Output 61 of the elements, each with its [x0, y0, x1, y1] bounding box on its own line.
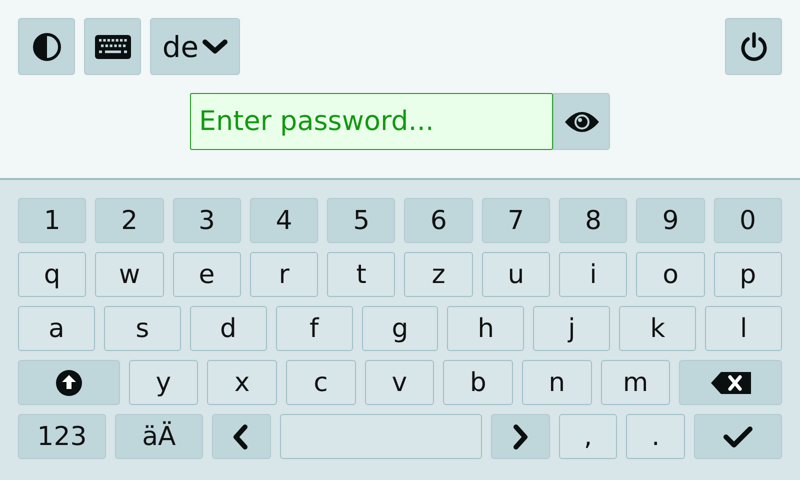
backspace-key[interactable]	[679, 360, 782, 405]
right-arrow-key[interactable]	[490, 414, 550, 459]
letter-key[interactable]: u	[482, 252, 550, 297]
left-arrow-key[interactable]	[212, 414, 271, 459]
number-key[interactable]: 4	[250, 198, 318, 243]
contrast-icon	[32, 32, 62, 62]
letter-key[interactable]: d	[190, 306, 267, 351]
enter-key[interactable]	[694, 414, 782, 459]
letter-key[interactable]: h	[447, 306, 524, 351]
language-dropdown[interactable]: de	[150, 18, 240, 75]
number-key[interactable]: 2	[95, 198, 164, 243]
letter-key[interactable]: b	[443, 360, 514, 405]
power-icon	[740, 32, 768, 62]
letter-key[interactable]: g	[362, 306, 438, 351]
number-key[interactable]: 9	[636, 198, 705, 243]
letter-key[interactable]: n	[522, 360, 592, 405]
letter-key[interactable]: y	[128, 360, 198, 405]
letter-key[interactable]: ,	[558, 414, 618, 459]
contrast-button[interactable]	[18, 18, 75, 75]
number-key[interactable]: 1	[18, 198, 86, 243]
show-password-button[interactable]	[553, 93, 610, 150]
chevron-left-icon	[233, 424, 250, 450]
checkmark-icon	[722, 424, 753, 448]
letter-key[interactable]: x	[207, 360, 277, 405]
password-field[interactable]: Enter password...	[190, 93, 553, 150]
letter-key[interactable]: v	[364, 360, 434, 405]
letter-key[interactable]: i	[559, 252, 628, 297]
backspace-icon	[710, 372, 751, 394]
eye-icon	[564, 110, 600, 134]
keyboard-icon	[94, 34, 130, 58]
keyboard-button[interactable]	[84, 18, 141, 75]
letter-key[interactable]: a	[18, 306, 95, 351]
number-key[interactable]: 3	[172, 198, 241, 243]
chevron-right-icon	[512, 424, 528, 450]
number-key[interactable]: 0	[714, 198, 782, 243]
letter-key[interactable]: k	[619, 306, 696, 351]
mode-key[interactable]: 123	[18, 414, 106, 459]
letter-key[interactable]: o	[636, 252, 705, 297]
letter-key[interactable]: t	[327, 252, 396, 297]
letter-key[interactable]: z	[404, 252, 473, 297]
letter-key[interactable]: r	[250, 252, 318, 297]
letter-key[interactable]: l	[705, 306, 782, 351]
number-key[interactable]: 5	[327, 198, 396, 243]
number-key[interactable]: 8	[559, 198, 628, 243]
letter-key[interactable]: e	[172, 252, 241, 297]
number-key[interactable]: 7	[482, 198, 550, 243]
letter-key[interactable]: m	[600, 360, 670, 405]
letter-key[interactable]: p	[714, 252, 782, 297]
letter-key[interactable]: .	[626, 414, 685, 459]
arrow-up-icon	[56, 370, 82, 396]
power-button[interactable]	[725, 18, 782, 75]
mode-key[interactable]: äÄ	[114, 414, 203, 459]
chevron-down-icon	[202, 38, 228, 54]
letter-key[interactable]: w	[95, 252, 164, 297]
shift-key[interactable]	[18, 360, 120, 405]
letter-key[interactable]: c	[286, 360, 356, 405]
letter-key[interactable]: q	[18, 252, 86, 297]
letter-key[interactable]: j	[533, 306, 610, 351]
letter-key[interactable]: s	[104, 306, 181, 351]
letter-key[interactable]: f	[276, 306, 353, 351]
number-key[interactable]: 6	[404, 198, 473, 243]
